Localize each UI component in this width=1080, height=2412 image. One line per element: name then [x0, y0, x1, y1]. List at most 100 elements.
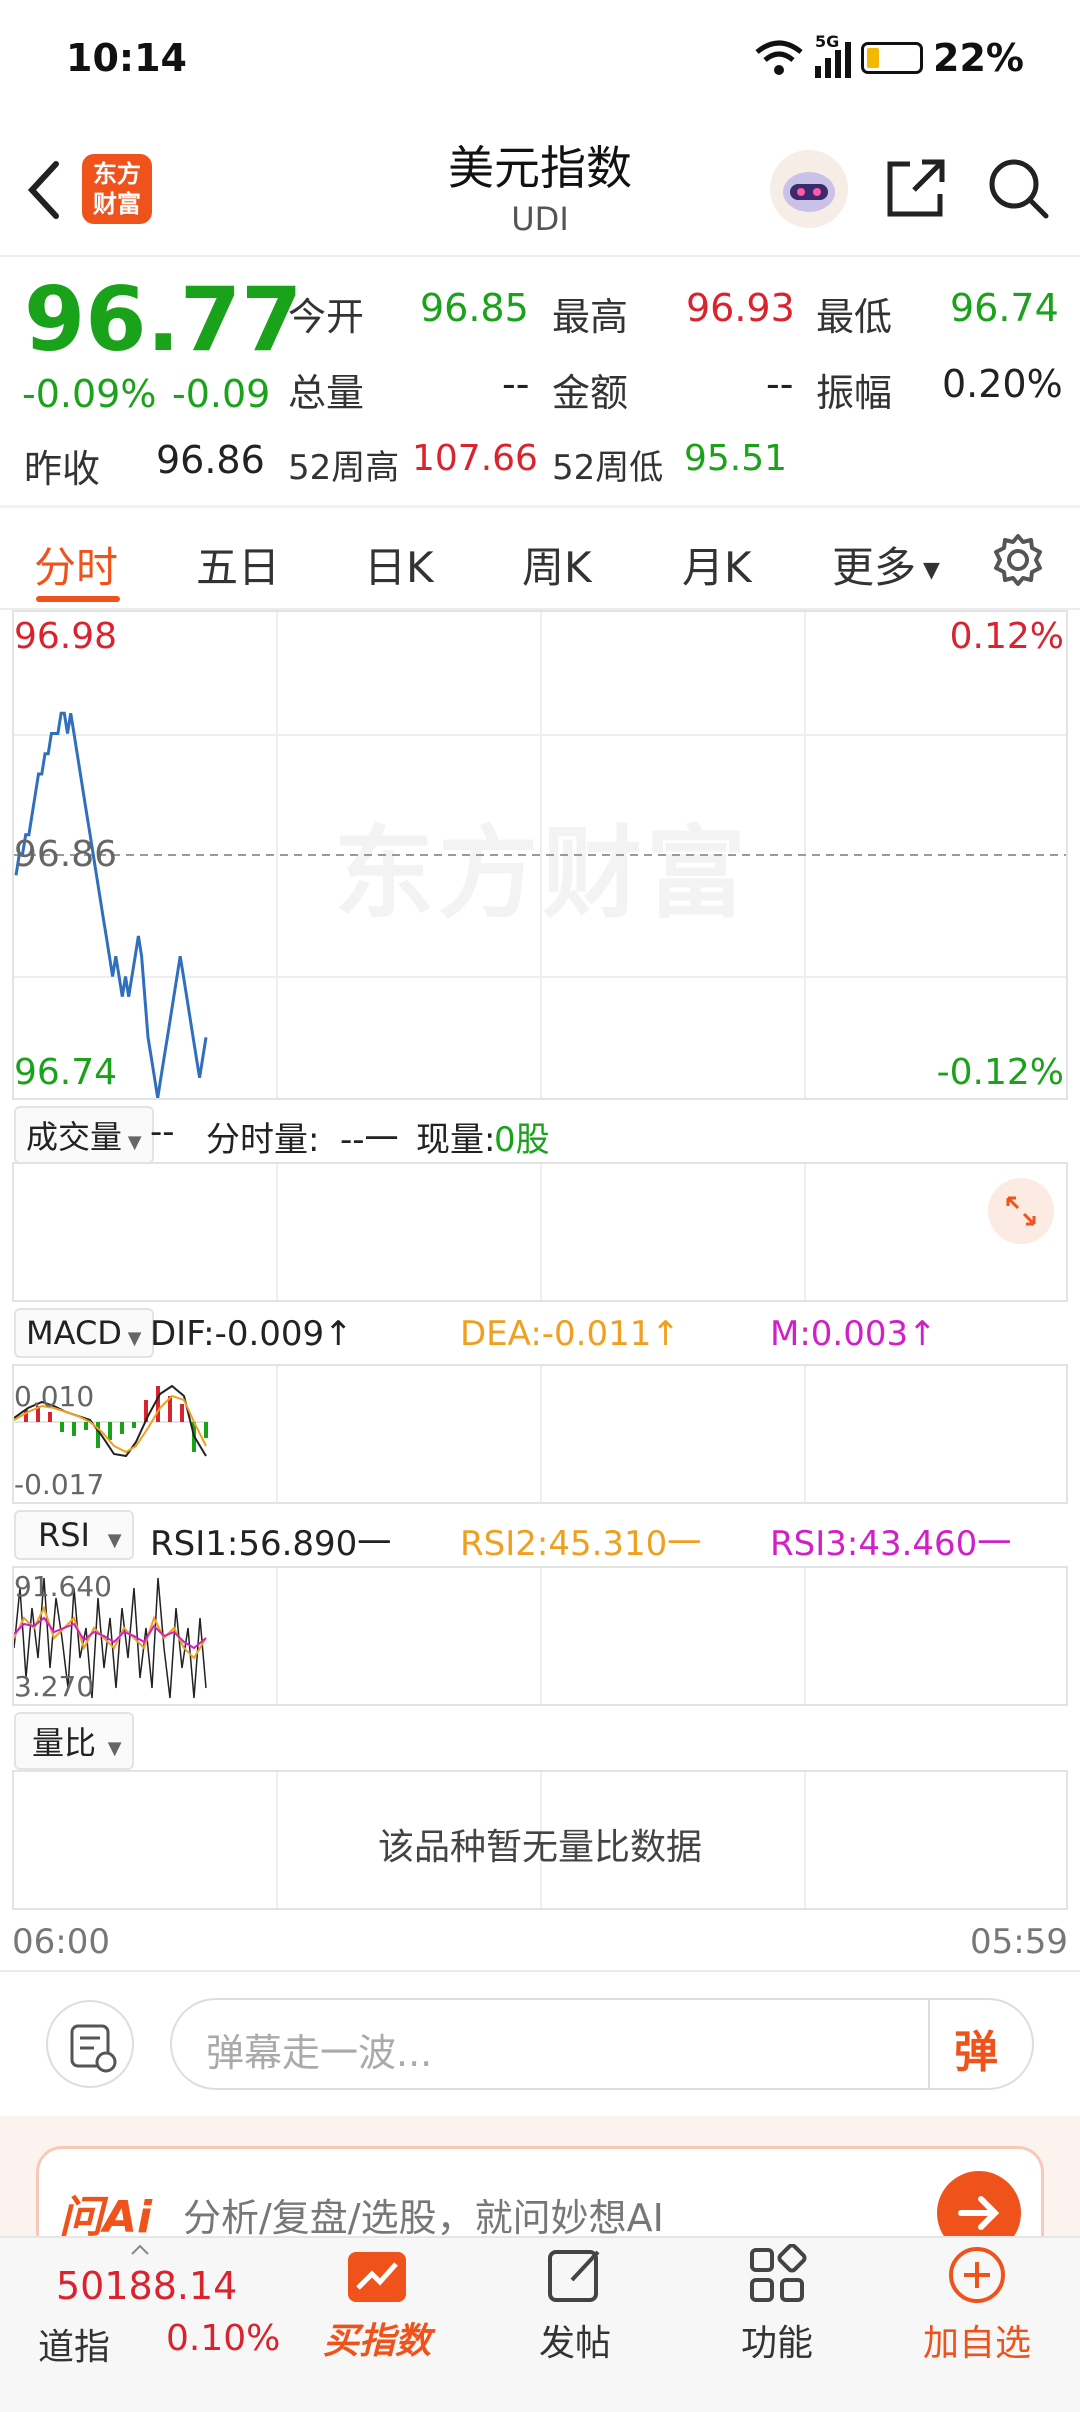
macd-dif: DIF:-0.009↑: [150, 1314, 353, 1354]
volume-chart[interactable]: [12, 1162, 1068, 1302]
dropdown-arrow-icon: ▼: [916, 558, 940, 583]
tab-active-indicator: [36, 596, 120, 602]
intraday-chart[interactable]: 东方财富 96.98 96.86 96.74 0.12% -0.12%: [12, 610, 1068, 1100]
dropdown-arrow-icon: ▼: [122, 1132, 142, 1153]
status-time: 10:14: [66, 36, 187, 80]
price-line-svg: [14, 711, 1066, 1098]
macd-axis-top: 0.010: [14, 1380, 95, 1413]
rsi-axis-top: 91.640: [14, 1570, 112, 1603]
volume-dash: --: [150, 1112, 175, 1152]
expand-icon[interactable]: [988, 1178, 1054, 1244]
danmu-placeholder: 弹幕走一波...: [206, 2031, 433, 2075]
pct-axis-bottom: -0.12%: [936, 1052, 1064, 1093]
ai-assistant-avatar[interactable]: [770, 150, 848, 228]
battery-percent: 22%: [933, 36, 1024, 80]
tab-weekly-k[interactable]: 周K: [522, 534, 592, 595]
current-price: 96.77: [24, 268, 303, 371]
danmu-input[interactable]: 弹幕走一波... 弹: [170, 1998, 1034, 2090]
macd-axis-bottom: -0.017: [14, 1468, 105, 1501]
danmu-send-button[interactable]: 弹: [954, 2016, 998, 2080]
macd-indicator-select[interactable]: MACD ▼: [14, 1308, 154, 1358]
post-label: 发帖: [538, 2323, 611, 2364]
open-label: 今开: [288, 295, 365, 339]
macd-chart[interactable]: 0.010 -0.017: [12, 1364, 1068, 1504]
tab-more-label: 更多: [832, 543, 917, 592]
volume-label: 总量: [288, 371, 365, 415]
index-name: 道指: [38, 2327, 111, 2368]
add-watchlist-label: 加自选: [922, 2323, 1031, 2364]
high-value: 96.93: [686, 286, 795, 330]
battery-icon: [861, 42, 924, 74]
y-axis-top: 96.98: [14, 616, 118, 657]
index-value: 50188.14: [56, 2264, 238, 2308]
minute-volume-label: 分时量:: [206, 1120, 320, 1160]
rsi-axis-bottom: 3.270: [14, 1670, 95, 1703]
functions-button[interactable]: 功能: [722, 2244, 832, 2394]
buy-index-label: 买指数: [322, 2321, 431, 2362]
expand-up-icon: [131, 2244, 149, 2255]
change-amount: -0.09: [172, 372, 271, 416]
ratio-selector-label: 量比: [32, 1724, 97, 1762]
rsi1-value: RSI1:56.890一: [150, 1524, 392, 1564]
edit-icon: [548, 2250, 600, 2302]
w52-low-label: 52周低: [552, 448, 664, 488]
chart-bottom-divider: [0, 1970, 1080, 1972]
wifi-icon: [755, 40, 803, 75]
rsi-selector-label: RSI: [38, 1516, 90, 1554]
amplitude-label: 振幅: [816, 371, 893, 415]
ratio-indicator-select[interactable]: 量比 ▼: [14, 1712, 134, 1770]
tab-more[interactable]: 更多 ▼: [832, 534, 940, 595]
minute-volume-value: --一: [340, 1120, 399, 1160]
amount-label: 金额: [552, 371, 629, 415]
tab-monthly-k[interactable]: 月K: [682, 534, 752, 595]
volume-indicator-select[interactable]: 成交量 ▼: [14, 1106, 154, 1164]
macd-dea: DEA:-0.011↑: [460, 1314, 680, 1354]
index-ticker[interactable]: 50188.14 道指 0.10%: [24, 2244, 284, 2394]
rsi-chart[interactable]: 91.640 3.270: [12, 1566, 1068, 1706]
y-axis-mid: 96.86: [14, 834, 118, 875]
tab-intraday[interactable]: 分时: [34, 534, 118, 595]
w52-high-value: 107.66: [412, 438, 538, 479]
search-icon[interactable]: [986, 156, 1052, 222]
change-percent: -0.09%: [22, 372, 157, 416]
macd-selector-label: MACD: [26, 1314, 122, 1352]
y-axis-bottom: 96.74: [14, 1052, 118, 1093]
current-volume-label: 现量:: [416, 1120, 496, 1160]
header-divider: [0, 255, 1080, 257]
signal-icon: 5G: [815, 32, 852, 78]
rsi-indicator-select[interactable]: RSI ▼: [14, 1510, 134, 1560]
ratio-empty-message: 该品种暂无量比数据: [377, 1827, 702, 1868]
macd-m: M:0.003↑: [770, 1314, 937, 1354]
buy-index-button[interactable]: 买指数: [312, 2250, 442, 2390]
volume-ratio-chart: 该品种暂无量比数据: [12, 1770, 1068, 1910]
danmu-settings-button[interactable]: [46, 2000, 134, 2088]
danmu-separator: [928, 2000, 930, 2088]
low-label: 最低: [816, 295, 893, 339]
dropdown-arrow-icon: ▼: [102, 1738, 122, 1759]
quote-divider: [0, 505, 1080, 508]
status-icons: 5G 22%: [753, 32, 1024, 80]
tab-daily-k[interactable]: 日K: [364, 534, 434, 595]
current-volume-value: 0股: [494, 1120, 550, 1160]
post-button[interactable]: 发帖: [520, 2244, 630, 2394]
pct-axis-top: 0.12%: [949, 616, 1064, 657]
functions-label: 功能: [740, 2323, 813, 2364]
time-axis-end: 05:59: [970, 1922, 1068, 1962]
time-axis-start: 06:00: [12, 1922, 110, 1962]
grid-apps-icon: [750, 2244, 807, 2302]
w52-low-value: 95.51: [684, 438, 788, 479]
rsi2-value: RSI2:45.310一: [460, 1524, 702, 1564]
ai-placeholder: 分析/复盘/选股，就问妙想AI: [183, 2196, 664, 2240]
high-label: 最高: [552, 295, 629, 339]
amount-value: --: [766, 362, 794, 406]
add-watchlist-button[interactable]: 加自选: [912, 2244, 1042, 2394]
volume-selector-label: 成交量: [26, 1118, 123, 1156]
index-change: 0.10%: [166, 2318, 281, 2359]
amplitude-value: 0.20%: [942, 362, 1063, 406]
share-icon[interactable]: [884, 156, 948, 220]
volume-value: --: [502, 362, 530, 406]
dropdown-arrow-icon: ▼: [101, 1530, 122, 1551]
settings-gear-icon[interactable]: [990, 532, 1046, 588]
rsi3-value: RSI3:43.460一: [770, 1524, 1012, 1564]
tab-five-day[interactable]: 五日: [196, 534, 280, 595]
